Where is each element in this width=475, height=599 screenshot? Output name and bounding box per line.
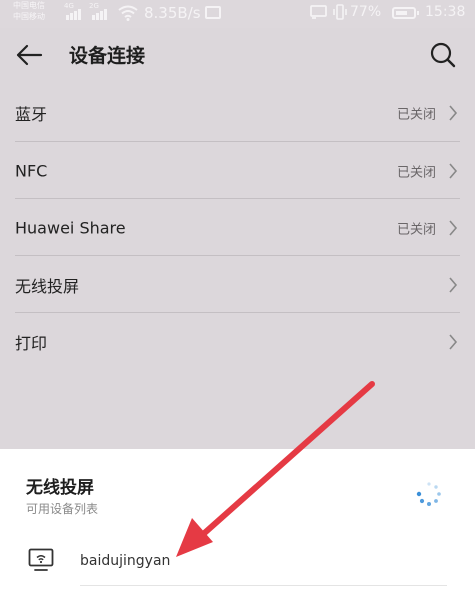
chevron-right-icon: [449, 105, 458, 121]
row-status: 已关闭: [396, 165, 436, 180]
row-label: Huawei Share: [15, 218, 126, 237]
row-label: 打印: [15, 333, 48, 353]
settings-row-huawei-share[interactable]: Huawei Share 已关闭: [0, 199, 475, 256]
search-icon[interactable]: [428, 40, 458, 70]
settings-row-print[interactable]: 打印: [0, 313, 475, 370]
carrier-info: 中国电信 中国移动: [13, 0, 61, 22]
signal-icon: [66, 7, 84, 20]
carrier-bottom: 中国移动: [13, 12, 45, 21]
loading-spinner-icon: [416, 482, 441, 506]
page-title: 设备连接: [69, 45, 146, 67]
title-bar: 设备连接: [0, 28, 475, 82]
sheet-title: 无线投屏: [26, 478, 94, 498]
row-label: 蓝牙: [15, 105, 48, 124]
vibrate-icon: [333, 4, 347, 20]
settings-row-bluetooth[interactable]: 蓝牙 已关闭: [0, 84, 475, 142]
row-label: NFC: [15, 161, 48, 180]
network-speed: 8.35B/s: [144, 4, 201, 22]
divider: [80, 585, 447, 586]
carrier-top: 中国电信: [13, 1, 45, 10]
signal-icon-2: [92, 7, 110, 20]
sheet-subtitle: 可用设备列表: [26, 502, 99, 516]
settings-row-wireless-projection[interactable]: 无线投屏: [0, 256, 475, 313]
status-bar: 中国电信 中国移动 4G 2G 8.35B/s 77% 15:38: [0, 0, 475, 28]
row-label: 无线投屏: [15, 276, 80, 296]
battery-icon: [392, 7, 419, 19]
screen-cast-icon: [310, 5, 327, 19]
row-status: 已关闭: [396, 222, 436, 237]
clock: 15:38: [425, 4, 466, 20]
chevron-right-icon: [449, 276, 458, 293]
settings-row-nfc[interactable]: NFC 已关闭: [0, 142, 475, 199]
wireless-projection-sheet: 无线投屏 可用设备列表 baidujingyan: [0, 449, 475, 599]
chevron-right-icon: [449, 162, 458, 179]
settings-list: 蓝牙 已关闭 NFC 已关闭 Huawei Share 已关闭 无线投屏 打印: [0, 84, 475, 370]
notification-icon: [205, 6, 221, 19]
chevron-right-icon: [449, 333, 458, 350]
battery-percent: 77%: [350, 4, 382, 20]
back-arrow-icon[interactable]: [14, 40, 44, 70]
chevron-right-icon: [449, 219, 458, 236]
wifi-icon: [118, 5, 138, 21]
cast-screen-icon: [28, 548, 54, 571]
device-name: baidujingyan: [80, 553, 171, 569]
device-list-item[interactable]: baidujingyan: [0, 542, 475, 582]
row-status: 已关闭: [396, 107, 436, 123]
